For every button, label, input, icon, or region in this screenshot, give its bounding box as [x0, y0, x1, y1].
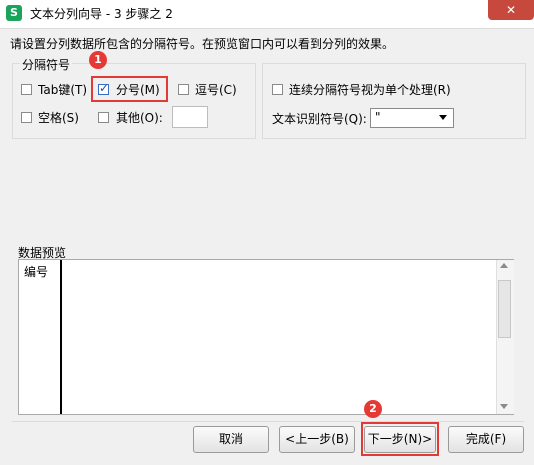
comma-checkbox-label[interactable]: 逗号(C): [195, 81, 237, 98]
other-checkbox-label[interactable]: 其他(O):: [116, 109, 163, 126]
other-delimiter-input[interactable]: [172, 106, 208, 128]
semicolon-checkbox[interactable]: [98, 81, 109, 95]
scrollbar-thumb[interactable]: [498, 280, 511, 338]
other-checkbox[interactable]: [98, 112, 109, 123]
text-qualifier-value: ": [375, 110, 381, 124]
next-button[interactable]: 下一步(N)>: [364, 426, 436, 453]
space-checkbox[interactable]: [21, 112, 32, 123]
button-bar-divider: [12, 421, 524, 422]
consecutive-delimiters-label[interactable]: 连续分隔符号视为单个处理(R): [289, 81, 451, 98]
finish-button[interactable]: 完成(F): [448, 426, 524, 453]
consecutive-delimiters-checkbox[interactable]: [272, 84, 283, 95]
instruction-text: 请设置分列数据所包含的分隔符号。在预览窗口内可以看到分列的效果。: [10, 37, 395, 51]
cancel-button[interactable]: 取消: [193, 426, 269, 453]
data-preview-area[interactable]: 编号: [18, 259, 514, 415]
annotation-marker-1: 1: [89, 51, 107, 69]
scroll-down-icon[interactable]: [500, 404, 508, 409]
text-qualifier-label: 文本识别符号(Q):: [272, 112, 367, 126]
delimiters-group-label: 分隔符号: [20, 56, 73, 73]
space-checkbox-label[interactable]: 空格(S): [38, 109, 79, 126]
scroll-up-icon[interactable]: [500, 263, 508, 268]
annotation-marker-2: 2: [364, 400, 382, 418]
back-button[interactable]: <上一步(B): [279, 426, 355, 453]
text-qualifier-select[interactable]: ": [370, 108, 454, 128]
window-title: 文本分列向导 - 3 步骤之 2: [30, 7, 173, 21]
comma-checkbox[interactable]: [178, 84, 189, 95]
close-button[interactable]: ✕: [488, 0, 534, 20]
tab-checkbox[interactable]: [21, 84, 32, 95]
chevron-down-icon: [439, 115, 447, 120]
app-icon: S: [6, 5, 22, 21]
column-divider: [60, 260, 62, 414]
preview-column-header: 编号: [24, 265, 49, 279]
semicolon-checkbox-label[interactable]: 分号(M): [116, 81, 160, 98]
tab-checkbox-label[interactable]: Tab键(T): [38, 81, 87, 98]
